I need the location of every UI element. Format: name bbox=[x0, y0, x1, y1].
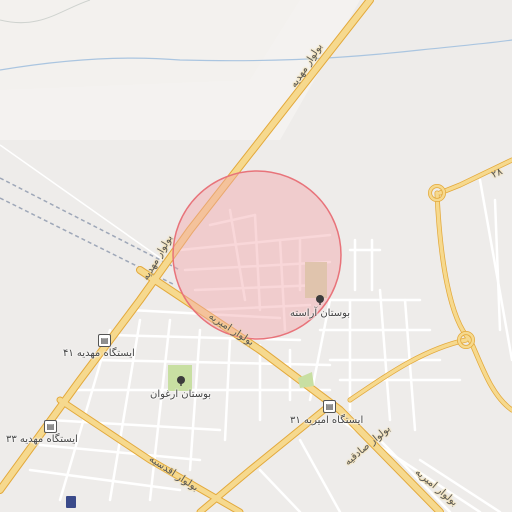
label-station-amirieh-31[interactable]: ایستگاه امیریه ۳۱ bbox=[290, 415, 363, 427]
bus-stop-icon[interactable]: ▤ bbox=[323, 400, 336, 413]
park-tree-icon[interactable] bbox=[314, 294, 326, 306]
bus-stop-icon[interactable]: ▤ bbox=[44, 420, 57, 433]
label-park-arasteh[interactable]: بوستان آراسته bbox=[290, 308, 350, 320]
poi-icon[interactable] bbox=[66, 496, 76, 508]
bus-stop-icon[interactable]: ▤ bbox=[98, 334, 111, 347]
map-view[interactable]: بولوار مهدیه بولوار مهدیه بولوار امیریه … bbox=[0, 0, 512, 512]
label-park-arghavan[interactable]: بوستان ارغوان bbox=[150, 389, 211, 401]
park-tree-icon[interactable] bbox=[175, 375, 187, 387]
label-station-mahdieh-33[interactable]: ایستگاه مهدیه ۳۳ bbox=[6, 434, 78, 446]
label-station-mahdieh-41[interactable]: ایستگاه مهدیه ۴۱ bbox=[63, 348, 135, 360]
